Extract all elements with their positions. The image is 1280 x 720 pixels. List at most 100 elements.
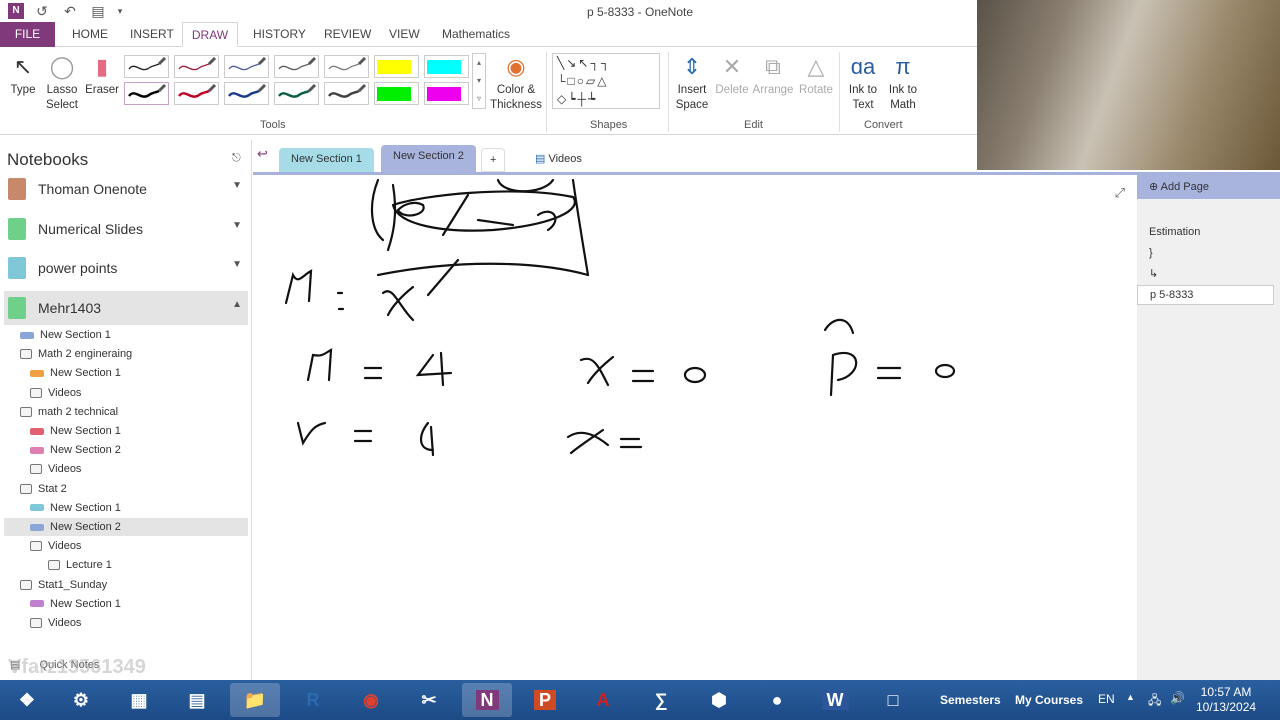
acrobat-taskbar-icon[interactable]: A: [578, 683, 628, 717]
section-label: Videos: [48, 540, 82, 553]
page-item-current[interactable]: p 5-8333: [1137, 285, 1274, 305]
section-group-item[interactable]: Stat1_Sunday: [20, 576, 107, 594]
chevron-down-icon[interactable]: ▼: [232, 180, 242, 191]
pen-swatch[interactable]: [324, 55, 369, 78]
show-hidden-icons[interactable]: ▲: [1126, 692, 1135, 702]
tab-history[interactable]: HISTORY: [245, 22, 314, 47]
delete-button[interactable]: ✕ Delete: [712, 53, 752, 98]
volume-icon[interactable]: 🔊: [1170, 691, 1185, 705]
toolbar-semesters[interactable]: Semesters: [940, 693, 1001, 707]
section-item[interactable]: New Section 1: [30, 364, 121, 382]
explorer-taskbar-icon[interactable]: 📁: [230, 683, 280, 717]
math-input-taskbar-icon[interactable]: ∑: [636, 683, 686, 717]
section-group-item[interactable]: Videos: [30, 614, 81, 632]
eraser-button[interactable]: ▮ Eraser: [84, 53, 120, 98]
color-thickness-button[interactable]: ◉ Color & Thickness: [490, 53, 542, 113]
section-group-item[interactable]: Videos: [30, 537, 81, 555]
tab-mathematics[interactable]: Mathematics: [434, 22, 518, 47]
insert-space-button[interactable]: ⇕ Insert Space: [672, 53, 712, 113]
highlighter-swatch[interactable]: [374, 55, 419, 78]
highlighter-swatch[interactable]: [424, 82, 469, 105]
section-group-item[interactable]: Lecture 1: [48, 556, 112, 574]
lasso-select-button[interactable]: ◯ Lasso Select: [42, 53, 82, 113]
pen-swatch[interactable]: [124, 55, 169, 78]
toolbar-my-courses[interactable]: My Courses: [1015, 693, 1083, 707]
gallery-scroll[interactable]: ▴ ▾ ▿: [472, 53, 486, 109]
notebook-item[interactable]: Mehr1403 ▲: [4, 290, 248, 325]
clock[interactable]: 10:57 AM 10/13/2024: [1196, 685, 1256, 715]
page-item[interactable]: }: [1149, 247, 1153, 259]
section-tab-new-section-2[interactable]: New Section 2: [381, 145, 476, 172]
tab-draw[interactable]: DRAW: [182, 22, 238, 47]
ink-to-math-button[interactable]: π Ink to Math: [883, 53, 923, 113]
add-page-button[interactable]: ⊕ Add Page: [1137, 175, 1280, 199]
section-item[interactable]: New Section 2: [4, 518, 248, 536]
tab-home[interactable]: HOME: [64, 22, 116, 47]
pen-swatch[interactable]: [174, 82, 219, 105]
R-taskbar-icon[interactable]: R: [288, 683, 338, 717]
section-item[interactable]: New Section 1: [20, 326, 111, 344]
type-button[interactable]: ↖ Type: [6, 53, 40, 98]
section-group-item[interactable]: Videos: [30, 460, 81, 478]
pin-icon[interactable]: ⎋: [232, 152, 241, 165]
snipping-taskbar-icon[interactable]: ✂: [404, 683, 454, 717]
page-item[interactable]: ↳: [1149, 267, 1158, 280]
chevron-up-icon[interactable]: ▲: [232, 299, 242, 310]
add-section-tab[interactable]: +: [481, 148, 506, 172]
word-taskbar-icon[interactable]: W: [810, 683, 860, 717]
notebook-item[interactable]: power points ▼: [4, 251, 248, 285]
pen-swatch[interactable]: [274, 82, 319, 105]
tab-view[interactable]: VIEW: [381, 22, 428, 47]
calculator-taskbar-icon[interactable]: ▦: [114, 683, 164, 717]
section-tab-videos[interactable]: ▤ Videos: [525, 148, 592, 172]
ink-to-text-button[interactable]: ɑa Ink to Text: [843, 53, 883, 113]
notebook-item[interactable]: Thoman Onenote ▼: [4, 172, 248, 206]
tab-review[interactable]: REVIEW: [316, 22, 379, 47]
section-label: New Section 1: [40, 329, 111, 341]
highlighter-swatch[interactable]: [424, 55, 469, 78]
language-indicator[interactable]: EN: [1098, 692, 1115, 706]
arrange-button[interactable]: ⧉ Arrange: [752, 53, 794, 98]
pen-swatch[interactable]: [174, 55, 219, 78]
page-item-estimation[interactable]: Estimation: [1149, 226, 1200, 238]
add-page-label: Add Page: [1160, 181, 1209, 193]
shapes-icons: ╲↘↖┐┐ └□○▱△ ◇┕┼┶: [557, 56, 612, 106]
shapes-gallery[interactable]: ╲↘↖┐┐ └□○▱△ ◇┕┼┶: [552, 53, 660, 109]
chevron-down-icon[interactable]: ▼: [232, 259, 242, 270]
file-taskbar-icon[interactable]: □: [868, 683, 918, 717]
pen-swatch[interactable]: [124, 82, 169, 105]
section-group-item[interactable]: Math 2 engineraing: [20, 345, 132, 363]
pen-swatch[interactable]: [324, 82, 369, 105]
tab-file[interactable]: FILE: [0, 22, 55, 47]
section-item[interactable]: New Section 1: [30, 422, 121, 440]
chevron-down-icon[interactable]: ▼: [232, 220, 242, 231]
pen-swatch[interactable]: [224, 55, 269, 78]
section-group-item[interactable]: Videos: [30, 384, 81, 402]
notebook-label: Thoman Onenote: [38, 181, 147, 197]
start-taskbar-icon[interactable]: ❖: [2, 683, 52, 717]
tab-insert[interactable]: INSERT: [122, 22, 182, 47]
pen-swatch[interactable]: [274, 55, 319, 78]
rotate-button[interactable]: △ Rotate: [796, 53, 836, 98]
section-tab-new-section-1[interactable]: New Section 1: [279, 148, 374, 172]
section-group-item[interactable]: Stat 2: [20, 480, 67, 498]
notebook-icon: [8, 178, 26, 200]
obs-taskbar-icon[interactable]: ●: [752, 683, 802, 717]
back-arrow-icon[interactable]: ↩: [257, 146, 268, 162]
section-color-icon: [30, 427, 44, 435]
notepad-taskbar-icon[interactable]: ▤: [172, 683, 222, 717]
geogebra-taskbar-icon[interactable]: ⬢: [694, 683, 744, 717]
chrome-taskbar-icon[interactable]: ◉: [346, 683, 396, 717]
network-icon[interactable]: 🖧: [1148, 691, 1161, 712]
notebook-item[interactable]: Numerical Slides ▼: [4, 212, 248, 246]
powerpoint-taskbar-icon[interactable]: P: [520, 683, 570, 717]
onenote-taskbar-icon[interactable]: N: [462, 683, 512, 717]
page-canvas[interactable]: ⤢: [253, 172, 1137, 680]
highlighter-swatch[interactable]: [374, 82, 419, 105]
hp-taskbar-icon[interactable]: ⚙: [56, 683, 106, 717]
section-item[interactable]: New Section 1: [30, 499, 121, 517]
section-item[interactable]: New Section 1: [30, 595, 121, 613]
pen-swatch[interactable]: [224, 82, 269, 105]
section-item[interactable]: New Section 2: [30, 441, 121, 459]
section-group-item[interactable]: math 2 technical: [20, 403, 118, 421]
